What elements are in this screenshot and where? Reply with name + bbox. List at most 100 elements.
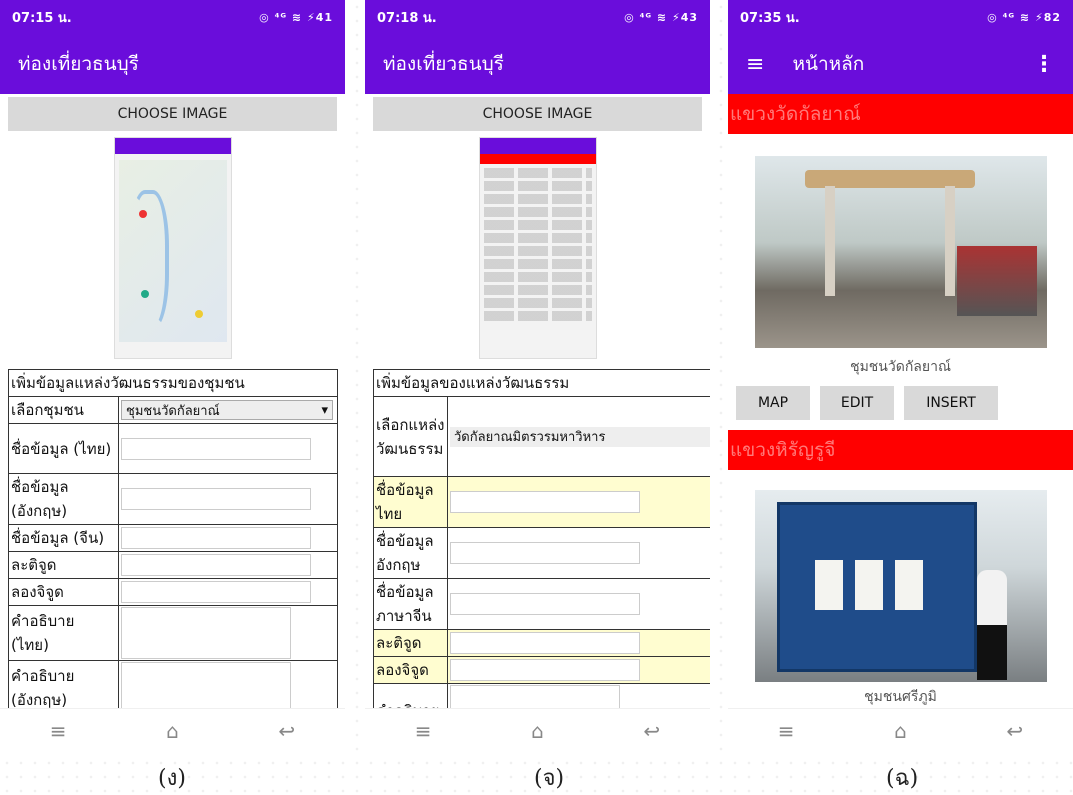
community-photo-wat-kanlaya[interactable] — [754, 156, 1047, 348]
menu-lines-icon[interactable]: ≡ — [415, 719, 432, 743]
community-form-table: เพิ่มข้อมูลแหล่งวัฒนธรรมของชุมชน เลือกชุ… — [8, 369, 338, 716]
community-photo-sriphum[interactable] — [754, 490, 1047, 682]
section-header-wat-kanlaya: แขวงวัดกัลยาณ์ — [728, 94, 1073, 134]
preview-row — [483, 272, 592, 282]
menu-lines-icon[interactable]: ≡ — [50, 719, 67, 743]
status-icons: ◎ ⁴ᴳ ≋ ⚡43 — [624, 10, 698, 24]
form-label: เลือกชุมชน — [8, 396, 119, 424]
status-icons: ◎ ⁴ᴳ ≋ ⚡82 — [987, 10, 1061, 24]
figure-label: (จ) — [534, 766, 565, 791]
map-pin-icon — [140, 290, 149, 298]
photo-paper — [894, 560, 923, 610]
form-label: ลองจิจูด — [8, 578, 119, 606]
dropdown-arrow-icon: ▾ — [321, 402, 328, 418]
longitude-input[interactable] — [450, 659, 640, 681]
name-thai-input[interactable] — [450, 491, 640, 513]
system-nav-bar: ≡ ⌂ ↩ — [365, 708, 710, 752]
app-title: ท่องเที่ยวธนบุรี — [383, 53, 504, 75]
preview-row — [483, 168, 592, 178]
description-thai-textarea[interactable] — [121, 607, 291, 659]
select-value: ชุมชนวัดกัลยาณ์ — [126, 403, 220, 419]
name-english-input[interactable] — [450, 542, 640, 564]
insert-button[interactable]: INSERT — [904, 386, 998, 420]
form-label: ลองจิจูด — [373, 656, 448, 684]
app-title: หน้าหลัก — [792, 53, 865, 75]
app-bar: ท่องเที่ยวธนบุรี — [0, 34, 345, 94]
preview-row — [483, 194, 592, 204]
form-label: เลือกแหล่งวัฒนธรรม — [373, 396, 448, 477]
preview-row — [483, 259, 592, 269]
phone-screen-home: 07:35 น. ◎ ⁴ᴳ ≋ ⚡82 ≡ หน้าหลัก ⋮ แขวงวัด… — [728, 0, 1073, 752]
back-icon[interactable]: ↩ — [1006, 719, 1023, 743]
figure-label: (ง) — [158, 766, 186, 791]
preview-row — [483, 246, 592, 256]
system-nav-bar: ≡ ⌂ ↩ — [728, 708, 1073, 752]
form-label: ชื่อข้อมูล (อังกฤษ) — [8, 473, 119, 525]
form-title: เพิ่มข้อมูลแหล่งวัฒนธรรมของชุมชน — [8, 369, 338, 397]
back-icon[interactable]: ↩ — [643, 719, 660, 743]
map-pin-icon — [138, 210, 147, 218]
preview-row — [483, 181, 592, 191]
status-bar: 07:18 น. ◎ ⁴ᴳ ≋ ⚡43 — [365, 0, 710, 34]
back-icon[interactable]: ↩ — [278, 719, 295, 743]
description-english-textarea[interactable] — [121, 662, 291, 714]
hamburger-menu-icon[interactable]: ≡ — [746, 52, 764, 77]
preview-appbar — [479, 138, 596, 154]
preview-row — [483, 298, 592, 308]
form-label: ชื่อข้อมูลอังกฤษ — [373, 527, 448, 579]
photo-shop — [956, 246, 1037, 316]
choose-image-button[interactable]: CHOOSE IMAGE — [373, 97, 702, 131]
edit-button[interactable]: EDIT — [820, 386, 894, 420]
home-icon[interactable]: ⌂ — [531, 719, 544, 743]
latitude-input[interactable] — [450, 632, 640, 654]
system-nav-bar: ≡ ⌂ ↩ — [0, 708, 345, 752]
status-icons: ◎ ⁴ᴳ ≋ ⚡41 — [259, 10, 333, 24]
preview-appbar — [114, 138, 231, 154]
form-label: ชื่อข้อมูล (ไทย) — [8, 423, 119, 474]
app-title: ท่องเที่ยวธนบุรี — [18, 53, 139, 75]
community-select[interactable]: ชุมชนวัดกัลยาณ์ ▾ — [121, 400, 333, 420]
name-thai-input[interactable] — [121, 437, 311, 460]
status-time: 07:35 น. — [740, 10, 800, 26]
preview-row — [483, 311, 592, 321]
preview-row — [483, 285, 592, 295]
status-time: 07:18 น. — [377, 10, 437, 26]
status-time: 07:15 น. — [12, 10, 72, 26]
phone-screen-add-culture-data: 07:18 น. ◎ ⁴ᴳ ≋ ⚡43 ท่องเที่ยวธนบุรี CHO… — [365, 0, 710, 752]
name-english-input[interactable] — [121, 488, 311, 510]
longitude-input[interactable] — [121, 581, 311, 603]
latitude-input[interactable] — [121, 554, 311, 576]
map-button[interactable]: MAP — [736, 386, 810, 420]
preview-row — [483, 233, 592, 243]
app-bar: ≡ หน้าหลัก ⋮ — [728, 34, 1073, 94]
form-label: ชื่อข้อมูล (จีน) — [8, 524, 119, 552]
culture-select[interactable]: วัดกัลยาณมิตรวรมหาวิหาร — [450, 426, 710, 447]
map-thumbnail — [118, 160, 227, 342]
photo-post — [824, 186, 835, 296]
choose-image-button[interactable]: CHOOSE IMAGE — [8, 97, 337, 131]
home-icon[interactable]: ⌂ — [166, 719, 179, 743]
image-preview-list — [478, 137, 597, 359]
status-bar: 07:15 น. ◎ ⁴ᴳ ≋ ⚡41 — [0, 0, 345, 34]
phone-screen-add-community-data: 07:15 น. ◎ ⁴ᴳ ≋ ⚡41 ท่องเที่ยวธนบุรี CHO… — [0, 0, 345, 752]
image-preview-map — [113, 137, 232, 359]
form-label: ละติจูด — [373, 629, 448, 657]
name-chinese-input[interactable] — [121, 527, 311, 549]
photo-paper — [854, 560, 883, 610]
form-label: ชื่อข้อมูลไทย — [373, 476, 448, 528]
overflow-menu-icon[interactable]: ⋮ — [1033, 52, 1055, 77]
select-value: วัดกัลยาณมิตรวรมหาวิหาร — [454, 430, 606, 445]
photo-person — [976, 570, 1007, 680]
section-header-hirunruchi: แขวงหิรัญรูจี — [728, 430, 1073, 470]
photo-caption: ชุมชนวัดกัลยาณ์ — [850, 359, 951, 375]
form-label: ละติจูด — [8, 551, 119, 579]
form-label: ชื่อข้อมูลภาษาจีน — [373, 578, 448, 630]
map-pin-icon — [194, 310, 203, 318]
name-chinese-input[interactable] — [450, 593, 640, 615]
action-buttons: MAP EDIT INSERT — [736, 386, 1073, 420]
home-icon[interactable]: ⌂ — [894, 719, 907, 743]
app-bar: ท่องเที่ยวธนบุรี — [365, 34, 710, 94]
photo-post — [944, 186, 955, 296]
menu-lines-icon[interactable]: ≡ — [778, 719, 795, 743]
form-label: คำอธิบาย (ไทย) — [8, 605, 119, 661]
